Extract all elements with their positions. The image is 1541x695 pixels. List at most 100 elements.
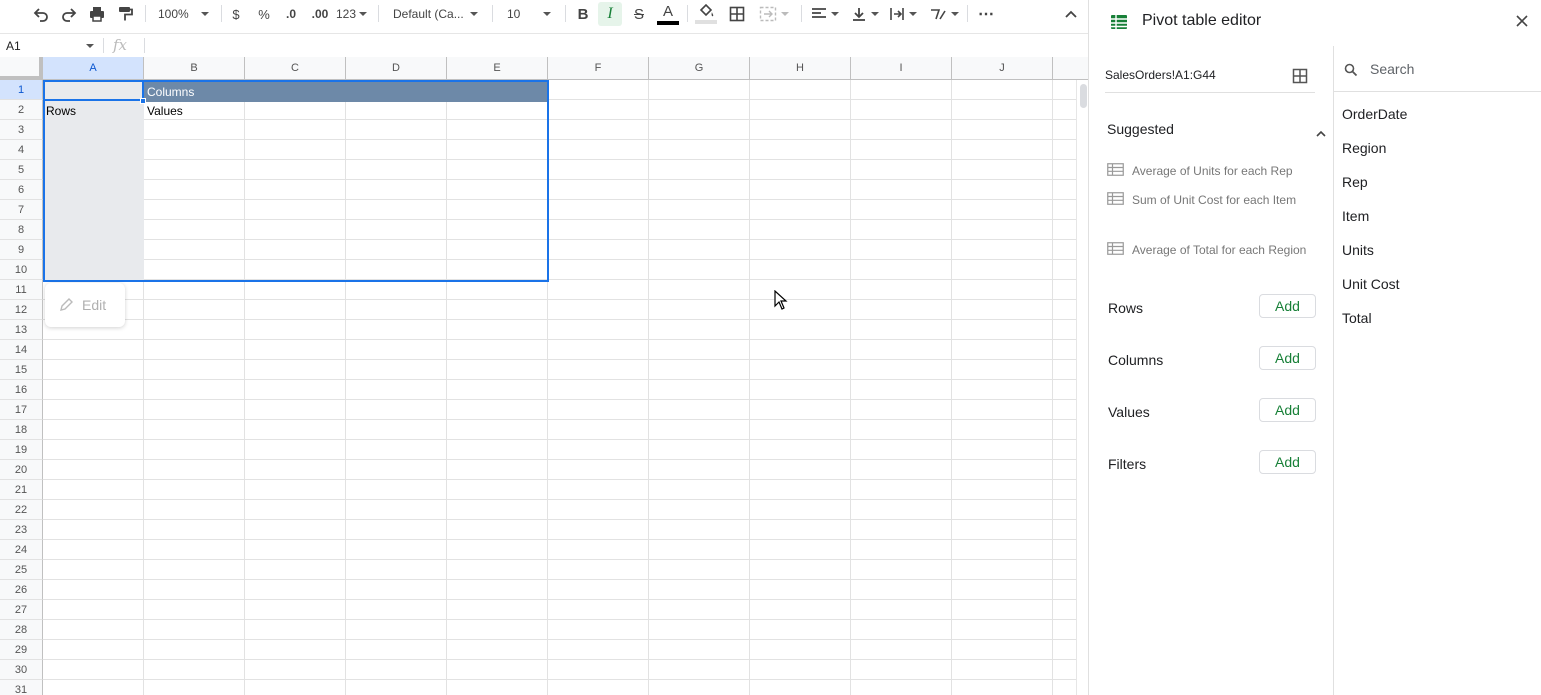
column-header-F[interactable]: F: [548, 57, 649, 80]
row-header-15[interactable]: 15: [0, 360, 43, 380]
close-icon[interactable]: [1515, 14, 1529, 33]
row-header-31[interactable]: 31: [0, 680, 43, 695]
section-filters: Filters Add: [1107, 450, 1317, 476]
currency-button[interactable]: $: [227, 0, 245, 28]
suggestion-item[interactable]: Average of Units for each Rep: [1107, 161, 1327, 182]
zoom-value: 100%: [158, 7, 189, 21]
row-header-11[interactable]: 11: [0, 280, 43, 300]
formula-input[interactable]: [150, 34, 1080, 57]
row-header-14[interactable]: 14: [0, 340, 43, 360]
add-filters-button[interactable]: Add: [1259, 450, 1316, 474]
row-header-6[interactable]: 6: [0, 180, 43, 200]
row-header-2[interactable]: 2: [0, 100, 43, 120]
borders-icon[interactable]: [726, 0, 748, 28]
percent-button[interactable]: %: [255, 0, 273, 28]
add-rows-button[interactable]: Add: [1259, 294, 1316, 318]
row-header-7[interactable]: 7: [0, 200, 43, 220]
row-header-16[interactable]: 16: [0, 380, 43, 400]
row-header-8[interactable]: 8: [0, 220, 43, 240]
row-header-28[interactable]: 28: [0, 620, 43, 640]
active-cell-A1[interactable]: [43, 80, 144, 101]
search-input[interactable]: [1370, 59, 1530, 79]
add-values-button[interactable]: Add: [1259, 398, 1316, 422]
more-formats-select[interactable]: 123: [336, 0, 370, 28]
vertical-scrollbar[interactable]: [1076, 80, 1088, 695]
edit-pivot-button[interactable]: Edit: [45, 283, 125, 327]
text-rotation-icon[interactable]: [926, 0, 962, 28]
undo-icon[interactable]: [30, 0, 52, 28]
scrollbar-thumb[interactable]: [1080, 84, 1087, 108]
row-header-29[interactable]: 29: [0, 640, 43, 660]
strikethrough-button[interactable]: S: [628, 0, 650, 28]
column-header-G[interactable]: G: [649, 57, 750, 80]
bold-button[interactable]: B: [572, 0, 594, 28]
column-header-A[interactable]: A: [43, 57, 144, 80]
data-range[interactable]: SalesOrders!A1:G44: [1105, 68, 1216, 82]
print-icon[interactable]: [86, 0, 108, 28]
field-item[interactable]: Unit Cost: [1342, 276, 1400, 292]
name-box[interactable]: A1: [0, 34, 100, 57]
field-item[interactable]: OrderDate: [1342, 106, 1407, 122]
row-header-9[interactable]: 9: [0, 240, 43, 260]
row-header-18[interactable]: 18: [0, 420, 43, 440]
row-header-4[interactable]: 4: [0, 140, 43, 160]
row-header-27[interactable]: 27: [0, 600, 43, 620]
row-header-21[interactable]: 21: [0, 480, 43, 500]
row-header-10[interactable]: 10: [0, 260, 43, 280]
row-header-17[interactable]: 17: [0, 400, 43, 420]
row-header-26[interactable]: 26: [0, 580, 43, 600]
fields-column: OrderDate Region Rep Item Units Unit Cost Tota…: [1333, 46, 1541, 695]
vertical-align-icon[interactable]: [848, 0, 882, 28]
font-family-value: Default (Ca...: [393, 7, 464, 21]
select-all-corner[interactable]: [0, 57, 43, 80]
zoom-select[interactable]: 100%: [152, 0, 214, 28]
row-header-23[interactable]: 23: [0, 520, 43, 540]
column-header-C[interactable]: C: [245, 57, 346, 80]
field-item[interactable]: Item: [1342, 208, 1369, 224]
redo-icon[interactable]: [58, 0, 80, 28]
row-header-12[interactable]: 12: [0, 300, 43, 320]
increase-decimal-button[interactable]: .00: [308, 0, 332, 28]
field-item[interactable]: Units: [1342, 242, 1374, 258]
text-wrapping-icon[interactable]: [886, 0, 920, 28]
section-columns: Columns Add: [1107, 346, 1317, 372]
row-header-30[interactable]: 30: [0, 660, 43, 680]
horizontal-align-icon[interactable]: [808, 0, 842, 28]
suggestion-item[interactable]: Average of Total for each Region: [1107, 240, 1327, 261]
paint-format-icon[interactable]: [114, 0, 136, 28]
row-header-1[interactable]: 1: [0, 80, 43, 100]
column-header-J[interactable]: J: [952, 57, 1053, 80]
column-header-I[interactable]: I: [851, 57, 952, 80]
field-item[interactable]: Total: [1342, 310, 1372, 326]
column-header-E[interactable]: E: [447, 57, 548, 80]
field-item[interactable]: Rep: [1342, 174, 1368, 190]
more-options-button[interactable]: ⋯: [975, 0, 997, 28]
row-header-25[interactable]: 25: [0, 560, 43, 580]
decrease-decimal-button[interactable]: .0: [281, 0, 301, 28]
row-header-3[interactable]: 3: [0, 120, 43, 140]
font-family-select[interactable]: Default (Ca...: [386, 0, 483, 28]
add-columns-button[interactable]: Add: [1259, 346, 1316, 370]
row-header-22[interactable]: 22: [0, 500, 43, 520]
row-header-5[interactable]: 5: [0, 160, 43, 180]
select-range-icon[interactable]: [1292, 68, 1308, 89]
row-header-20[interactable]: 20: [0, 460, 43, 480]
italic-button[interactable]: I: [598, 2, 622, 26]
fill-color-icon[interactable]: [694, 0, 718, 28]
field-item[interactable]: Region: [1342, 140, 1386, 156]
column-header-B[interactable]: B: [144, 57, 245, 80]
text-color-button[interactable]: A: [656, 0, 680, 28]
pivot-config-column: SalesOrders!A1:G44 Suggested Average of …: [1089, 46, 1333, 695]
row-header-13[interactable]: 13: [0, 320, 43, 340]
row-header-24[interactable]: 24: [0, 540, 43, 560]
merge-cells-icon[interactable]: [755, 0, 793, 28]
column-header-overflow: [1053, 57, 1088, 80]
fill-handle[interactable]: [140, 98, 146, 104]
column-header-H[interactable]: H: [750, 57, 851, 80]
collapse-suggested-icon[interactable]: [1316, 125, 1326, 143]
collapse-menu-icon[interactable]: [1060, 0, 1082, 28]
row-header-19[interactable]: 19: [0, 440, 43, 460]
font-size-select[interactable]: 10: [500, 0, 558, 28]
suggestion-item[interactable]: Sum of Unit Cost for each Item: [1107, 190, 1327, 211]
column-header-D[interactable]: D: [346, 57, 447, 80]
